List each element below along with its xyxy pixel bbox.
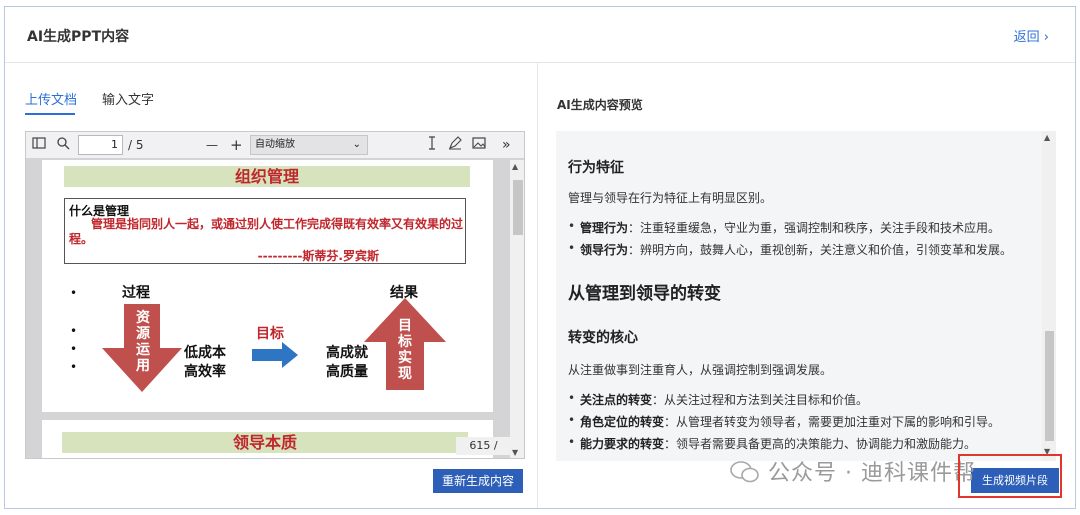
definition-box: 什么是管理 管理是指同别人一起，或通过别人使工作完成得既有效率又有效果的过程。 … <box>64 198 466 264</box>
bullet: • <box>70 286 78 300</box>
zoom-in-button[interactable]: + <box>230 136 243 155</box>
preview-title: AI生成内容预览 <box>557 98 643 112</box>
active-tab-indicator <box>25 113 75 115</box>
preview-scrollbar[interactable]: ▲ ▼ <box>1042 131 1056 461</box>
chevron-down-icon: ⌄ <box>352 139 361 150</box>
right-arrow-shape <box>252 342 298 368</box>
ai-preview-content: 行为特征 管理与领导在行为特征上有明显区别。 管理行为：注重轻重缓急，守业为重，… <box>556 131 1056 461</box>
slide-title: 组织管理 <box>64 166 470 187</box>
down-arrow-text: 资源运用 <box>136 310 150 374</box>
list-item: 能力要求的转变：领导者需要具备更高的决策能力、协调能力和激励能力。 <box>568 435 976 452</box>
character-count: 615 / 10000 <box>456 437 511 458</box>
sidebar-toggle-icon[interactable] <box>32 136 46 155</box>
image-icon[interactable] <box>472 136 486 155</box>
slide-title: 领导本质 <box>62 432 468 453</box>
highlight-box <box>958 454 1062 498</box>
draw-pen-icon[interactable] <box>448 136 462 155</box>
pdf-page-1: 组织管理 什么是管理 管理是指同别人一起，或通过别人使工作完成得既有效率又有效果… <box>42 160 493 412</box>
tab-upload-document[interactable]: 上传文档 <box>25 89 77 108</box>
search-icon[interactable] <box>56 136 70 155</box>
definition-text: 管理是指同别人一起，或通过别人使工作完成得既有效率又有效果的过程。 <box>69 217 464 246</box>
tab-input-text[interactable]: 输入文字 <box>102 89 154 108</box>
up-arrow-text: 目标实现 <box>398 318 412 382</box>
list-item: 管理行为：注重轻重缓急，守业为重，强调控制和秩序，关注手段和技术应用。 <box>568 219 1000 236</box>
section-paragraph: 管理与领导在行为特征上有明显区别。 <box>568 191 773 205</box>
bullet: • <box>70 324 78 338</box>
header-bar: AI生成PPT内容 返回 › <box>5 7 1075 63</box>
major-heading: 从管理到领导的转变 <box>568 284 721 304</box>
app-window: AI生成PPT内容 返回 › 上传文档 输入文字 1 / 5 — + 自动缩放 … <box>4 6 1076 509</box>
text-cursor-icon[interactable] <box>426 136 438 155</box>
pdf-viewer: 1 / 5 — + 自动缩放 ⌄ » 组织管理 什么是管理 管理是指同别人一起，… <box>25 131 525 459</box>
bullet: • <box>70 360 78 374</box>
page-title: AI生成PPT内容 <box>27 29 130 45</box>
page-number-input[interactable]: 1 <box>78 135 123 155</box>
list-item: 领导行为：辨明方向，鼓舞人心，重视创新，关注意义和价值，引领变革和发展。 <box>568 241 1012 258</box>
definition-author: ---------斯蒂芬.罗宾斯 <box>257 249 379 263</box>
label-high-achievement: 高成就 <box>326 345 368 361</box>
label-high-efficiency: 高效率 <box>184 364 226 380</box>
section-heading: 行为特征 <box>568 160 624 176</box>
scroll-down-icon[interactable]: ▼ <box>512 448 518 457</box>
right-panel: AI生成内容预览 行为特征 管理与领导在行为特征上有明显区别。 管理行为：注重轻… <box>539 63 1075 508</box>
zoom-out-button[interactable]: — <box>206 136 218 155</box>
zoom-select[interactable]: 自动缩放 ⌄ <box>250 135 368 155</box>
bullet: • <box>70 342 78 356</box>
left-panel: 上传文档 输入文字 1 / 5 — + 自动缩放 ⌄ » 组织管理 什么是管理 … <box>5 63 538 508</box>
regenerate-content-button[interactable]: 重新生成内容 <box>433 469 523 493</box>
scroll-up-icon[interactable]: ▲ <box>1044 133 1050 142</box>
label-low-cost: 低成本 <box>184 345 226 361</box>
back-link[interactable]: 返回 › <box>1014 26 1049 45</box>
section-paragraph: 从注重做事到注重育人，从强调控制到强调发展。 <box>568 363 833 377</box>
more-tools-button[interactable]: » <box>502 136 511 155</box>
pdf-page-2: 领导本质 <box>42 420 493 458</box>
scrollbar-thumb[interactable] <box>1045 331 1054 441</box>
label-target: 目标 <box>256 326 284 342</box>
watermark-text: 公众号 · 迪科课件帮 <box>768 461 976 486</box>
scroll-up-icon[interactable]: ▲ <box>512 162 518 171</box>
zoom-select-value: 自动缩放 <box>255 139 295 150</box>
label-high-quality: 高质量 <box>326 364 368 380</box>
pdf-toolbar: 1 / 5 — + 自动缩放 ⌄ » <box>26 132 524 159</box>
scrollbar-thumb[interactable] <box>513 180 523 235</box>
list-item: 关注点的转变：从关注过程和方法到关注目标和价值。 <box>568 391 868 408</box>
wechat-icon <box>730 461 759 483</box>
page-total: / 5 <box>128 138 144 152</box>
label-process: 过程 <box>122 285 150 301</box>
list-item: 角色定位的转变：从管理者转变为领导者，需要更加注重对下属的影响和引导。 <box>568 413 1000 430</box>
section-heading: 转变的核心 <box>568 330 638 346</box>
pdf-scrollbar[interactable]: ▲ ▼ <box>510 160 524 458</box>
